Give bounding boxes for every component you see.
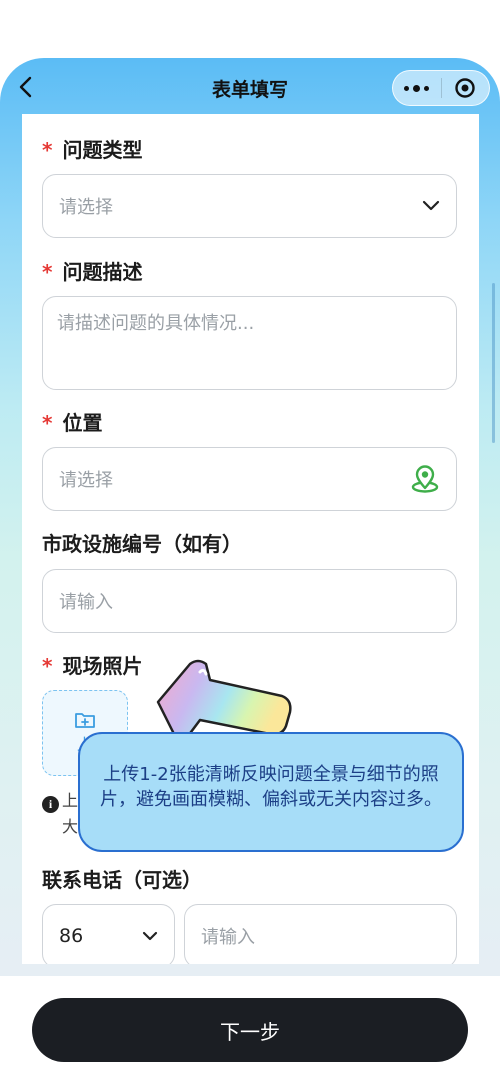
nav-bar: 表单填写 (0, 58, 500, 116)
facility-no-placeholder: 请输入 (59, 592, 113, 613)
facility-no-input[interactable]: 请输入 (42, 569, 457, 633)
location-select[interactable]: 请选择 (42, 447, 457, 511)
target-close-icon (455, 78, 475, 98)
phone-input[interactable]: 请输入 (184, 904, 457, 964)
next-step-button[interactable]: 下一步 (32, 998, 468, 1062)
country-code-value: 86 (59, 925, 84, 947)
location-pin-icon (411, 465, 439, 493)
info-icon: i (42, 796, 59, 813)
issue-type-placeholder: 请选择 (59, 197, 113, 218)
scrollbar[interactable] (492, 283, 495, 443)
more-icon (404, 85, 410, 91)
folder-add-icon (75, 713, 95, 728)
location-label: * 位置 (42, 411, 103, 435)
location-placeholder: 请选择 (59, 470, 113, 491)
bottom-bar: 下一步 (0, 976, 500, 1083)
mini-program-capsule (392, 70, 490, 106)
chevron-down-icon (142, 931, 158, 941)
issue-type-select[interactable]: 请选择 (42, 174, 457, 238)
issue-desc-placeholder: 请描述问题的具体情况... (57, 313, 255, 334)
close-button[interactable] (441, 70, 489, 106)
phone-label: 联系电话（可选） (42, 868, 202, 892)
photos-label: * 现场照片 (42, 654, 143, 678)
issue-type-label: * 问题类型 (42, 138, 143, 162)
guide-tooltip: 上传1-2张能清晰反映问题全景与细节的照片，避免画面模糊、偏斜或无关内容过多。 (78, 732, 464, 852)
tooltip-text: 上传1-2张能清晰反映问题全景与细节的照片，避免画面模糊、偏斜或无关内容过多。 (100, 764, 442, 810)
country-code-select[interactable]: 86 (42, 904, 175, 964)
more-button[interactable] (393, 70, 441, 106)
chevron-down-icon (422, 200, 440, 211)
phone-placeholder: 请输入 (201, 927, 255, 948)
issue-desc-textarea[interactable]: 请描述问题的具体情况... (42, 296, 457, 390)
issue-desc-label: * 问题描述 (42, 260, 143, 284)
facility-no-label: 市政设施编号（如有） (42, 532, 242, 556)
